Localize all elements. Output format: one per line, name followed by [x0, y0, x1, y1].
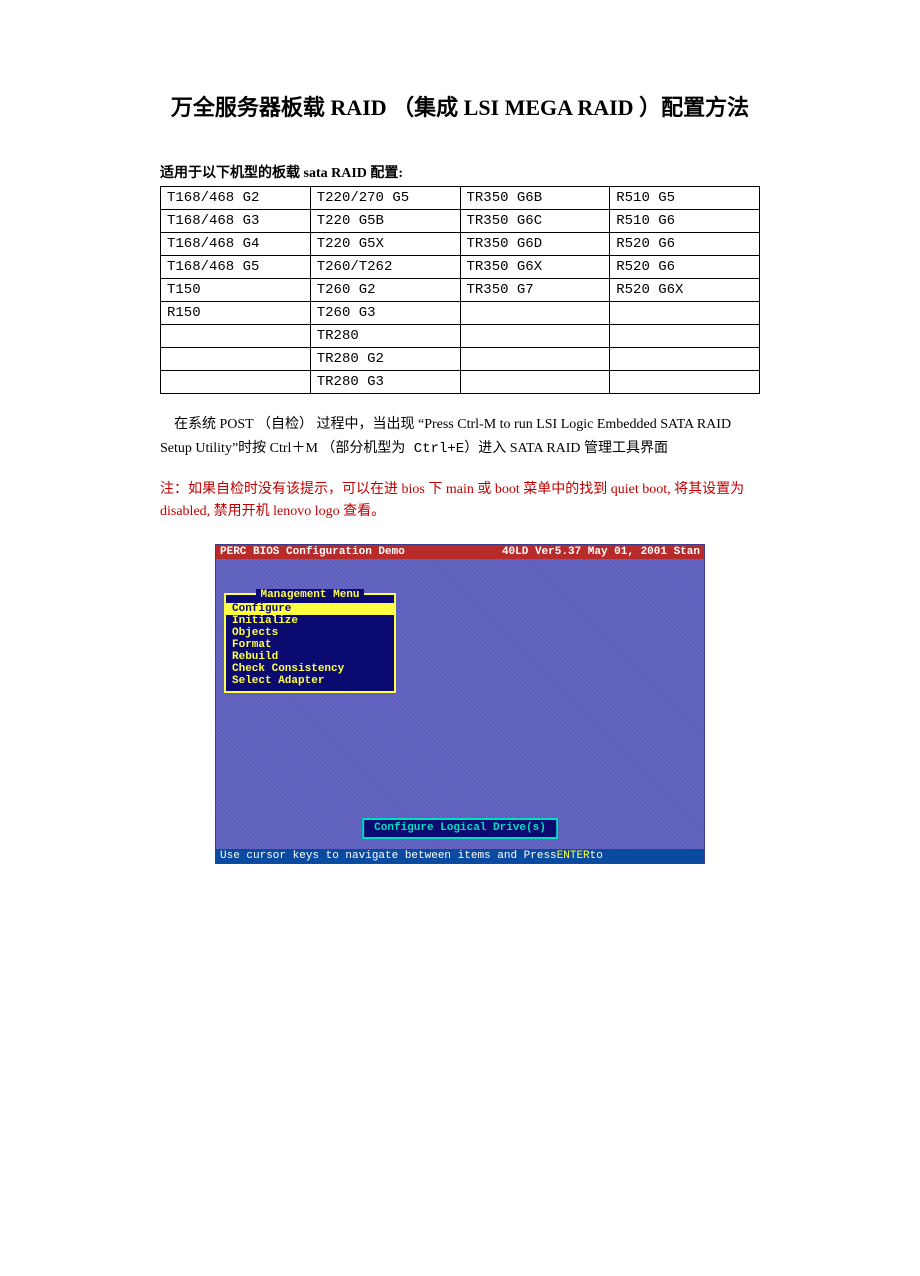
bios-title-bar: PERC BIOS Configuration Demo 40LD Ver5.3…	[216, 545, 704, 559]
table-row: TR280 G2	[161, 348, 760, 371]
table-cell: T260 G3	[310, 302, 460, 325]
table-cell: R150	[161, 302, 311, 325]
table-row: T168/468 G3T220 G5BTR350 G6CR510 G6	[161, 210, 760, 233]
table-cell: TR350 G6D	[460, 233, 610, 256]
table-cell	[460, 325, 610, 348]
table-row: T168/468 G4T220 G5XTR350 G6DR520 G6	[161, 233, 760, 256]
table-cell: R510 G5	[610, 187, 760, 210]
para1-text-c: （部分机型为 Ctrl+E）	[321, 441, 478, 457]
table-cell	[610, 371, 760, 394]
document-page: 万全服务器板载 RAID （集成 LSI MEGA RAID ）配置方法 适用于…	[0, 0, 920, 1064]
bios-tooltip: Configure Logical Drive(s)	[362, 818, 558, 838]
table-cell: R520 G6X	[610, 279, 760, 302]
table-cell: T168/468 G4	[161, 233, 311, 256]
table-cell: T168/468 G5	[161, 256, 311, 279]
paragraph-1b: Setup Utility”时按 Ctrl＋M （部分机型为 Ctrl+E）进入…	[160, 438, 760, 460]
bios-status-bar: Use cursor keys to navigate between item…	[216, 849, 704, 863]
table-cell: TR350 G6B	[460, 187, 610, 210]
table-cell	[460, 348, 610, 371]
table-cell: TR350 G7	[460, 279, 610, 302]
bios-menu-item[interactable]: Rebuild	[226, 651, 394, 663]
table-cell	[610, 302, 760, 325]
table-cell: TR280	[310, 325, 460, 348]
table-cell: T220 G5B	[310, 210, 460, 233]
table-cell: TR280 G2	[310, 348, 460, 371]
bios-title-left: PERC BIOS Configuration Demo	[220, 546, 405, 558]
bios-bottom-b: ENTER	[557, 850, 590, 862]
bios-menu-item[interactable]: Check Consistency	[226, 663, 394, 675]
table-cell	[161, 348, 311, 371]
table-cell: T168/468 G2	[161, 187, 311, 210]
bios-menu-item[interactable]: Configure	[226, 603, 394, 615]
bios-menu-item[interactable]: Select Adapter	[226, 675, 394, 687]
table-cell: TR280 G3	[310, 371, 460, 394]
paragraph-1: 在系统 POST （自检） 过程中，当出现 “Press Ctrl-M to r…	[160, 414, 760, 436]
table-row: TR280 G3	[161, 371, 760, 394]
table-row: T168/468 G2T220/270 G5TR350 G6BR510 G5	[161, 187, 760, 210]
table-row: T150T260 G2TR350 G7R520 G6X	[161, 279, 760, 302]
bios-management-menu: Management Menu ConfigureInitializeObjec…	[224, 593, 396, 694]
table-cell	[161, 371, 311, 394]
bios-menu-item[interactable]: Initialize	[226, 615, 394, 627]
table-cell: T220 G5X	[310, 233, 460, 256]
table-cell: R510 G6	[610, 210, 760, 233]
bios-title-right: 40LD Ver5.37 May 01, 2001 Stan	[502, 546, 700, 558]
table-cell	[460, 371, 610, 394]
page-title: 万全服务器板载 RAID （集成 LSI MEGA RAID ）配置方法	[160, 90, 760, 122]
note-paragraph: 注：如果自检时没有该提示，可以在进 bios 下 main 或 boot 菜单中…	[160, 479, 760, 524]
models-table: T168/468 G2T220/270 G5TR350 G6BR510 G5T1…	[160, 186, 760, 394]
table-cell	[161, 325, 311, 348]
table-row: T168/468 G5T260/T262TR350 G6XR520 G6	[161, 256, 760, 279]
bios-screen: PERC BIOS Configuration Demo 40LD Ver5.3…	[215, 544, 705, 864]
note-text: 注：如果自检时没有该提示，可以在进 bios 下 main 或 boot 菜单中…	[160, 482, 744, 519]
para1-text-d: 进入 SATA RAID 管理工具界面	[478, 441, 668, 456]
bios-menu-title: Management Menu	[226, 589, 394, 601]
subtitle: 适用于以下机型的板载 sata RAID 配置:	[160, 162, 760, 182]
table-cell: R520 G6	[610, 256, 760, 279]
table-row: TR280	[161, 325, 760, 348]
para1-text-b: Setup Utility”时按 Ctrl＋M	[160, 441, 321, 456]
bios-menu-item[interactable]: Format	[226, 639, 394, 651]
table-cell: T260 G2	[310, 279, 460, 302]
table-cell: TR350 G6C	[460, 210, 610, 233]
bios-bottom-c: to	[590, 850, 603, 862]
para1-text-a: 在系统 POST （自检） 过程中，当出现 “Press Ctrl-M to r…	[174, 417, 731, 432]
bios-screenshot-wrap: PERC BIOS Configuration Demo 40LD Ver5.3…	[160, 544, 760, 864]
bios-menu-item[interactable]: Objects	[226, 627, 394, 639]
table-cell: T168/468 G3	[161, 210, 311, 233]
bios-bottom-a: Use cursor keys to navigate between item…	[220, 850, 557, 862]
table-cell	[460, 302, 610, 325]
table-cell: R520 G6	[610, 233, 760, 256]
table-cell	[610, 325, 760, 348]
table-row: R150T260 G3	[161, 302, 760, 325]
table-cell: T220/270 G5	[310, 187, 460, 210]
table-cell: T260/T262	[310, 256, 460, 279]
table-cell	[610, 348, 760, 371]
table-cell: T150	[161, 279, 311, 302]
table-cell: TR350 G6X	[460, 256, 610, 279]
